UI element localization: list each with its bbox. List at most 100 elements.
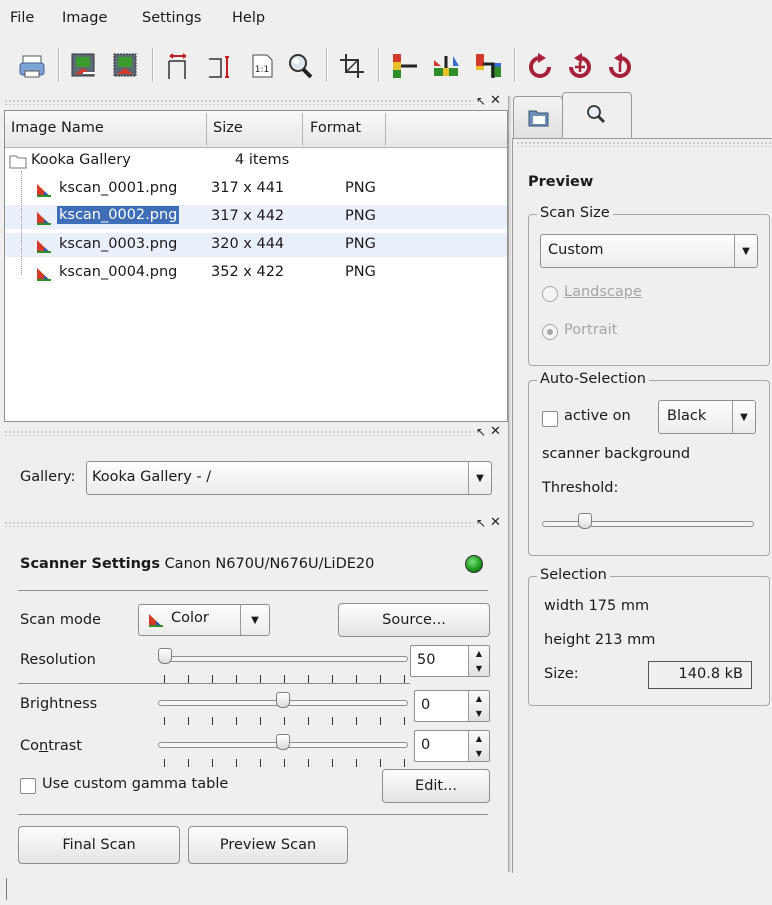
column-header-size[interactable]: Size [213,120,243,136]
landscape-label: Landscape [564,284,642,300]
background-color-combo[interactable]: Black ▼ [658,400,756,434]
dock-grip[interactable] [4,99,474,105]
spin-up-icon[interactable]: ▲ [469,691,489,706]
menu-help[interactable]: Help [232,10,265,26]
gallery-combo[interactable]: Kooka Gallery - / ▼ [86,461,492,495]
background-color-value: Black [667,408,707,424]
chevron-down-icon: ▼ [734,235,757,267]
threshold-slider[interactable] [542,521,754,527]
table-row[interactable]: kscan_0003.png 320 x 444 PNG [5,233,507,257]
chevron-down-icon: ▼ [240,605,269,635]
zoom-search-icon[interactable] [282,48,318,84]
file-name: kscan_0003.png [59,236,178,252]
table-row[interactable]: kscan_0004.png 352 x 422 PNG [5,261,507,285]
file-name: kscan_0001.png [59,180,178,196]
gamma-label: Use custom gamma table [42,776,229,792]
dock-close-icon[interactable]: ✕ [490,516,501,529]
print-icon[interactable] [14,48,50,84]
rotate-180-icon[interactable] [602,48,638,84]
spin-down-icon[interactable]: ▼ [469,746,489,761]
scan-mode-value: Color [171,610,209,626]
portrait-radio[interactable] [542,324,558,340]
scan-mode-combo[interactable]: Color ▼ [138,604,270,636]
panel-grip [516,141,772,147]
column-header-name[interactable]: Image Name [11,120,104,136]
auto-selection-checkbox[interactable] [542,411,558,427]
brightness-spinbox[interactable]: 0 ▲ ▼ [414,690,490,722]
selection-width: width 175 mm [544,598,650,614]
image-save-icon[interactable] [66,48,102,84]
mirror-vertical-icon[interactable] [386,48,422,84]
gallery-table[interactable]: Image Name Size Format Kooka Gallery 4 i… [4,110,508,422]
rotate-ccw-icon[interactable] [562,48,598,84]
contrast-label: Contrast [20,738,82,754]
preview-scan-button[interactable]: Preview Scan [188,826,348,864]
contrast-spinbox[interactable]: 0 ▲ ▼ [414,730,490,762]
spin-down-icon[interactable]: ▼ [469,661,489,676]
folder-icon [9,153,27,173]
file-format: PNG [345,236,376,252]
tab-preview[interactable] [562,92,632,139]
folder-image-icon [528,107,550,131]
crop-icon[interactable] [334,48,370,84]
scan-size-title: Scan Size [537,205,613,221]
menu-file[interactable]: File [10,10,34,26]
spin-down-icon[interactable]: ▼ [469,706,489,721]
brightness-ticks [164,717,405,725]
table-row-selected[interactable]: kscan_0002.png 317 x 442 PNG [5,205,507,229]
selection-size-label: Size: [544,666,579,682]
image-file-icon [35,238,53,258]
brightness-value: 0 [421,697,431,713]
tree-line [21,171,23,275]
tree-root-row[interactable]: Kooka Gallery 4 items [5,149,507,173]
mirror-horizontal-icon[interactable] [428,48,464,84]
column-header-format[interactable]: Format [310,120,361,136]
spin-up-icon[interactable]: ▲ [469,731,489,746]
magnifier-icon [585,103,607,129]
resolution-label: Resolution [20,652,96,668]
fit-height-icon[interactable] [202,48,238,84]
dock-float-icon[interactable]: ↖ [476,426,486,438]
splitter[interactable] [508,96,511,872]
auto-selection-title: Auto-Selection [537,371,649,387]
image-file-icon [35,266,53,286]
dock-close-icon[interactable]: ✕ [490,425,501,438]
dock-grip[interactable] [4,430,474,436]
file-format: PNG [345,264,376,280]
gallery-root-name: Kooka Gallery [31,152,131,168]
rotate-cw-icon[interactable] [522,48,558,84]
selection-title: Selection [537,567,610,583]
scan-size-combo[interactable]: Custom ▼ [540,234,758,268]
tab-gallery[interactable] [513,96,563,139]
resolution-value: 50 [417,652,436,668]
chevron-down-icon: ▼ [732,401,755,433]
image-delete-icon[interactable] [108,48,144,84]
contrast-slider-handle[interactable] [276,734,290,750]
gamma-checkbox[interactable] [20,778,36,794]
final-scan-button[interactable]: Final Scan [18,826,180,864]
scanner-header: Scanner Settings Canon N670U/N676U/LiDE2… [20,556,374,572]
edit-gamma-button[interactable]: Edit... [382,769,490,803]
dock-float-icon[interactable]: ↖ [476,517,486,529]
resolution-slider[interactable] [158,656,408,662]
scanner-status-led [465,555,483,573]
source-button[interactable]: Source... [338,603,490,637]
landscape-radio[interactable] [542,286,558,302]
dock-float-icon[interactable]: ↖ [476,95,486,107]
file-format: PNG [345,208,376,224]
threshold-slider-handle[interactable] [578,513,592,529]
menu-settings[interactable]: Settings [142,10,201,26]
zoom-original-icon[interactable]: 1:1 [244,48,280,84]
menu-image[interactable]: Image [62,10,107,26]
file-name: kscan_0004.png [59,264,178,280]
file-size: 352 x 422 [211,264,285,280]
dock-close-icon[interactable]: ✕ [490,94,501,107]
resolution-spinbox[interactable]: 50 ▲ ▼ [410,645,490,677]
fit-width-icon[interactable] [160,48,196,84]
spin-up-icon[interactable]: ▲ [469,646,489,661]
dock-grip[interactable] [4,521,474,527]
table-row[interactable]: kscan_0001.png 317 x 441 PNG [5,177,507,201]
brightness-slider-handle[interactable] [276,692,290,708]
mirror-both-icon[interactable] [470,48,506,84]
resolution-slider-handle[interactable] [158,648,172,664]
